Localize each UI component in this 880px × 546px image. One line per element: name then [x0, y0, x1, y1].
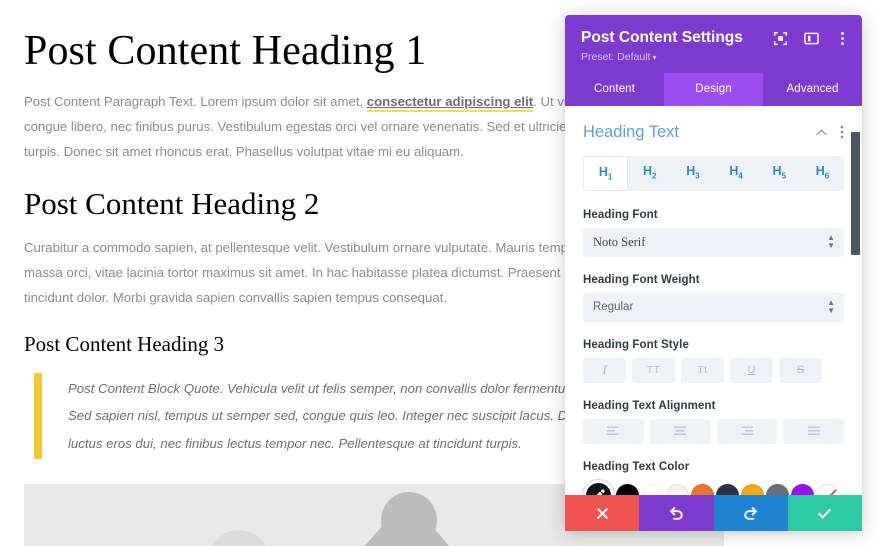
swatch-purple[interactable] [791, 483, 814, 495]
tab-content[interactable]: Content [565, 73, 664, 106]
heading-font-style-buttons: I TT Tt U S [583, 357, 844, 383]
swatch-amber[interactable] [741, 483, 764, 495]
app-canvas: Post Content Heading 1 Post Content Para… [0, 0, 880, 546]
heading-level-tabs: H1 H2 H3 H4 H5 H6 [583, 156, 844, 191]
heading-text-color-swatches [583, 479, 844, 495]
paragraph-text-before-link: Post Content Paragraph Text. Lorem ipsum… [24, 94, 367, 110]
select-arrows-icon: ▲ ▼ [827, 233, 835, 250]
swatch-white[interactable] [641, 483, 664, 495]
heading-font-select[interactable]: Noto Serif ▲ ▼ [583, 227, 844, 257]
blockquote-text: Post Content Block Quote. Vehicula velit… [68, 380, 585, 451]
undo-button[interactable] [639, 495, 714, 531]
panel-scrollbar-thumb[interactable] [851, 132, 860, 255]
heading-font-label: Heading Font [583, 208, 658, 221]
h4-sub: 4 [738, 171, 743, 181]
swatch-orange[interactable] [691, 483, 714, 495]
heading-text-color-label: Heading Text Color [583, 460, 690, 473]
heading-font-weight-label: Heading Font Weight [583, 273, 700, 286]
align-center-icon [674, 426, 687, 435]
h1-sub: 1 [607, 172, 613, 182]
close-icon [596, 507, 608, 519]
cancel-button[interactable] [565, 495, 640, 531]
save-button[interactable] [787, 495, 862, 531]
inline-link[interactable]: consectetur adipiscing elit [366, 94, 534, 113]
redo-button[interactable] [713, 495, 788, 531]
post-content-settings-modal: Post Content Settings Preset: Default▾ [565, 15, 862, 531]
heading-text-section-header: Heading Text [583, 122, 844, 142]
heading-font-weight-value: Regular [593, 301, 634, 313]
swatch-black[interactable] [616, 483, 639, 495]
h2-sub: 2 [652, 171, 657, 181]
heading-level-h6[interactable]: H6 [800, 156, 844, 191]
section-header-icons [815, 125, 844, 139]
swatch-navy[interactable] [716, 483, 739, 495]
align-left-button[interactable] [583, 418, 644, 444]
preset-selector[interactable]: Preset: Default ▾ [581, 51, 846, 64]
strikethrough-button[interactable]: S [779, 357, 822, 383]
align-center-button[interactable] [649, 418, 711, 444]
swatch-none[interactable] [816, 483, 839, 495]
mountain-back-cap-icon [209, 530, 269, 546]
panel-header: Post Content Settings Preset: Default ▾ [565, 15, 862, 73]
align-justify-icon [807, 426, 820, 435]
h3-sub: 3 [695, 171, 700, 181]
section-more-icon[interactable] [840, 125, 844, 139]
heading-text-alignment-buttons [583, 418, 844, 444]
focus-icon[interactable] [773, 31, 788, 46]
underline-button[interactable]: U [730, 357, 773, 383]
h2-label: H [643, 164, 653, 178]
select-arrows-icon: ▲ ▼ [827, 298, 835, 315]
smallcaps-button[interactable]: Tt [681, 357, 724, 383]
panel-scrollbar[interactable] [851, 106, 860, 495]
align-left-icon [607, 426, 620, 435]
panel-scroll-content: Heading Text H1 H2 H3 H4 H5 H6 Heading F… [565, 106, 862, 495]
heading-level-h2[interactable]: H2 [628, 156, 672, 191]
undo-icon [669, 506, 683, 520]
heading-font-value: Noto Serif [593, 234, 646, 249]
heading-text-alignment-label: Heading Text Alignment [583, 399, 716, 412]
italic-button[interactable]: I [583, 357, 626, 383]
post-blockquote: Post Content Block Quote. Vehicula velit… [34, 372, 594, 460]
h1-label: H [598, 165, 608, 179]
panel-body: Heading Text H1 H2 H3 H4 H5 H6 Heading F… [565, 106, 862, 495]
uppercase-button[interactable]: TT [632, 357, 675, 383]
align-right-button[interactable] [716, 418, 778, 444]
section-title: Heading Text [583, 123, 680, 141]
heading-level-h5[interactable]: H5 [757, 156, 801, 191]
align-justify-button[interactable] [783, 418, 844, 444]
heading-level-h1[interactable]: H1 [583, 156, 629, 191]
check-icon [818, 508, 832, 519]
h3-label: H [686, 164, 696, 178]
swatch-gray[interactable] [766, 483, 789, 495]
panel-tabs: Content Design Advanced [565, 73, 862, 106]
chevron-down-icon: ▾ [652, 53, 657, 62]
more-options-icon[interactable] [835, 31, 850, 46]
redo-icon [744, 506, 758, 520]
layout-icon[interactable] [804, 31, 819, 46]
h5-label: H [772, 164, 782, 178]
eyedropper-icon [596, 489, 605, 495]
panel-action-bar [565, 495, 862, 531]
tab-advanced[interactable]: Advanced [763, 73, 862, 106]
preset-label: Preset: Default [581, 51, 651, 63]
heading-level-h4[interactable]: H4 [714, 156, 758, 191]
heading-font-weight-select[interactable]: Regular ▲ ▼ [583, 292, 844, 322]
heading-level-h3[interactable]: H3 [671, 156, 715, 191]
color-picker-swatch[interactable] [583, 479, 614, 495]
align-right-icon [740, 426, 753, 435]
tab-design[interactable]: Design [664, 73, 763, 106]
panel-header-icons [773, 31, 850, 46]
swatch-cream[interactable] [666, 483, 689, 495]
h6-sub: 6 [824, 171, 830, 181]
h6-label: H [815, 164, 825, 178]
h5-sub: 5 [781, 171, 787, 181]
mountain-front-cap-icon [381, 492, 437, 546]
chevron-up-icon[interactable] [815, 126, 828, 139]
heading-font-style-label: Heading Font Style [583, 338, 689, 351]
